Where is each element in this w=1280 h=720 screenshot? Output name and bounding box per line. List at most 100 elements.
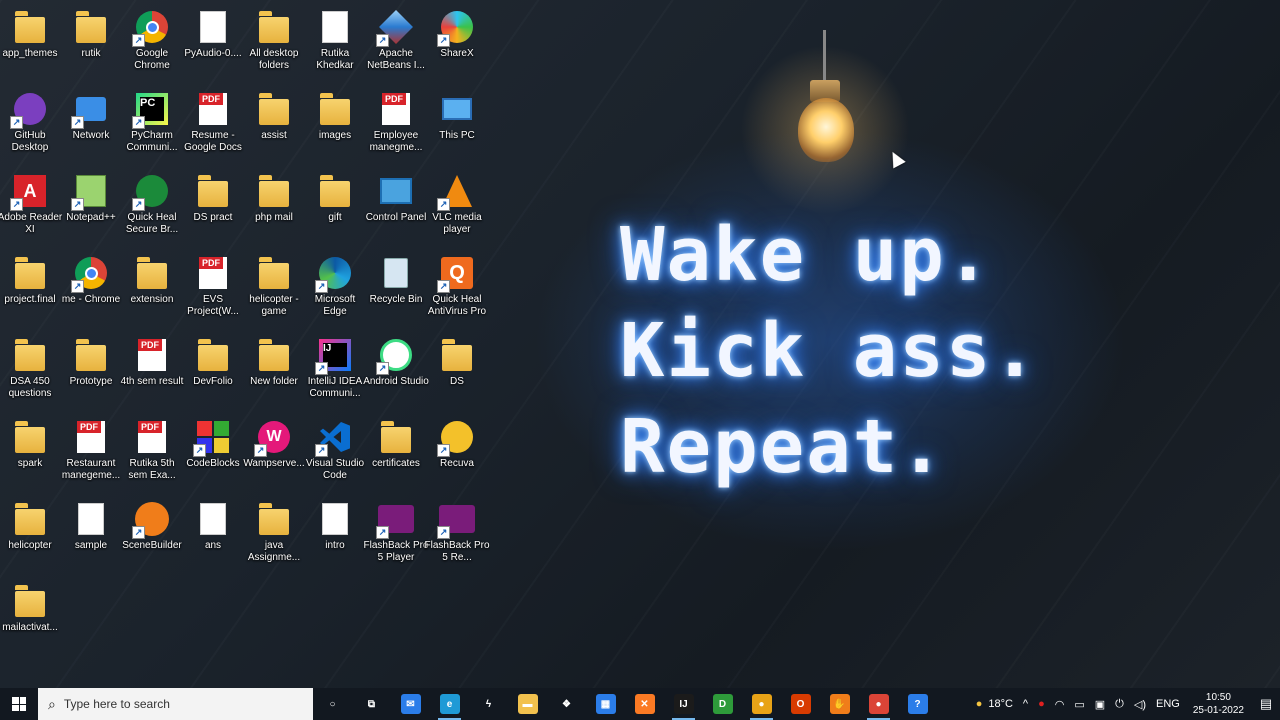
cortana-icon: ○: [329, 698, 336, 710]
desktop-icon-label: FlashBack Pro 5 Player: [363, 540, 429, 563]
pdf-icon: PDF: [195, 255, 231, 291]
windows-logo-icon: [12, 697, 26, 711]
desktop-icon[interactable]: CodeBlocks: [183, 412, 243, 492]
desktop-icon[interactable]: ShareX: [427, 2, 487, 82]
desktop-icon[interactable]: me - Chrome: [61, 248, 121, 328]
desktop-icon[interactable]: Visual Studio Code: [305, 412, 365, 492]
desktop-icon[interactable]: FlashBack Pro 5 Player: [363, 494, 429, 574]
desktop-icon[interactable]: PDF EVS Project(W...: [183, 248, 243, 328]
desktop-icon[interactable]: PDF Rutika 5th sem Exa...: [122, 412, 182, 492]
taskbar-app-task-view[interactable]: ⧉: [352, 688, 391, 720]
desktop-icon[interactable]: certificates: [366, 412, 426, 492]
taskbar-app-chrome-alt[interactable]: ●: [859, 688, 898, 720]
desktop-icon-label: ans: [204, 540, 222, 551]
quickheal-browser-icon: [132, 173, 170, 211]
desktop-icon-label: PyAudio-0....: [184, 48, 242, 59]
desktop-icon[interactable]: GitHub Desktop: [0, 84, 60, 164]
desktop-icon[interactable]: PCPyCharm Communi...: [122, 84, 182, 164]
desktop-icon[interactable]: Network: [61, 84, 121, 164]
chrome-icon: [71, 255, 109, 293]
taskbar-app-mail[interactable]: ✉: [391, 688, 430, 720]
desktop-icon[interactable]: New folder: [244, 330, 304, 410]
desktop-icon[interactable]: All desktop folders: [244, 2, 304, 82]
record-icon[interactable]: ●: [1033, 698, 1050, 710]
desktop-icon[interactable]: PDF Employee manegme...: [366, 84, 426, 164]
desktop-icon[interactable]: This PC: [427, 84, 487, 164]
desktop-icon[interactable]: helicopter: [0, 494, 60, 574]
taskbar-app-xampp[interactable]: ✕: [625, 688, 664, 720]
desktop-icon[interactable]: PDF Resume - Google Docs: [183, 84, 243, 164]
volume-icon[interactable]: ◁): [1129, 698, 1151, 711]
power-icon[interactable]: ⏻: [1110, 698, 1129, 711]
language-indicator[interactable]: ENG: [1151, 698, 1185, 710]
desktop-icon[interactable]: images: [305, 84, 365, 164]
taskbar-app-edge[interactable]: e: [430, 688, 469, 720]
taskbar-app-camtasia[interactable]: D: [703, 688, 742, 720]
desktop-icon[interactable]: Apache NetBeans I...: [366, 2, 426, 82]
desktop-icon[interactable]: VLC media player: [427, 166, 487, 246]
desktop-icon[interactable]: Recycle Bin: [366, 248, 426, 328]
battery-icon[interactable]: ▭: [1069, 698, 1089, 711]
desktop-icon[interactable]: FlashBack Pro 5 Re...: [424, 494, 490, 574]
desktop-icon[interactable]: ans: [183, 494, 243, 574]
desktop-icon[interactable]: intro: [305, 494, 365, 574]
taskbar-search-box[interactable]: ⌕: [38, 688, 313, 720]
flashback-icon: [376, 501, 414, 539]
desktop-icon[interactable]: DS: [427, 330, 487, 410]
taskbar-app-store[interactable]: ▦: [586, 688, 625, 720]
taskbar-app-office[interactable]: O: [781, 688, 820, 720]
desktop-icon[interactable]: PDF 4th sem result: [121, 330, 183, 410]
desktop-icon[interactable]: app_themes: [0, 2, 60, 82]
taskbar-app-chrome[interactable]: ●: [742, 688, 781, 720]
search-input[interactable]: [63, 697, 284, 711]
desktop-icon[interactable]: Notepad++: [61, 166, 121, 246]
taskbar-clock[interactable]: 10:50 25-01-2022: [1185, 691, 1252, 717]
desktop-icon-label: Resume - Google Docs: [184, 130, 242, 153]
taskbar-app-scenebuilder[interactable]: ✋: [820, 688, 859, 720]
network-icon[interactable]: ▣: [1090, 698, 1110, 711]
desktop-icon[interactable]: DevFolio: [183, 330, 243, 410]
desktop-icon[interactable]: Quick Heal Secure Br...: [122, 166, 182, 246]
desktop-icon[interactable]: WWampserve...: [243, 412, 305, 492]
desktop-icon[interactable]: php mail: [244, 166, 304, 246]
taskbar-app-cortana[interactable]: ○: [313, 688, 352, 720]
desktop-icon[interactable]: Recuva: [427, 412, 487, 492]
light-bulb: [798, 98, 854, 162]
taskbar-app-dropbox[interactable]: ❖: [547, 688, 586, 720]
desktop-icon[interactable]: DSA 450 questions: [0, 330, 60, 410]
taskbar-app-file-explorer[interactable]: ▬: [508, 688, 547, 720]
desktop-icon[interactable]: PDF Restaurant manegeme...: [61, 412, 121, 492]
desktop-icon[interactable]: java Assignme...: [244, 494, 304, 574]
desktop-icon[interactable]: assist: [244, 84, 304, 164]
desktop-icon[interactable]: sample: [61, 494, 121, 574]
desktop-icon[interactable]: QQuick Heal AntiVirus Pro: [427, 248, 487, 328]
desktop-icon[interactable]: IJIntelliJ IDEA Communi...: [305, 330, 365, 410]
taskbar-app-power-automate[interactable]: ϟ: [469, 688, 508, 720]
desktop-icon[interactable]: project.final: [0, 248, 60, 328]
desktop-icon[interactable]: Prototype: [61, 330, 121, 410]
taskbar-app-intellij[interactable]: IJ: [664, 688, 703, 720]
show-hidden-icons-button[interactable]: ^: [1018, 698, 1033, 710]
start-button[interactable]: [0, 688, 38, 720]
desktop-icon[interactable]: PyAudio-0....: [183, 2, 243, 82]
desktop-icon[interactable]: gift: [305, 166, 365, 246]
desktop-icon[interactable]: Google Chrome: [122, 2, 182, 82]
desktop-icon-label: Google Chrome: [134, 48, 170, 71]
desktop-icon[interactable]: Control Panel: [366, 166, 426, 246]
desktop-icon[interactable]: Microsoft Edge: [305, 248, 365, 328]
desktop-icon[interactable]: mailactivat...: [0, 576, 60, 656]
desktop-icon[interactable]: Android Studio: [363, 330, 429, 410]
desktop-icon[interactable]: DS pract: [183, 166, 243, 246]
weather-widget[interactable]: ● 18°C: [971, 698, 1018, 710]
desktop-icon[interactable]: AAdobe Reader XI: [0, 166, 62, 246]
desktop-icon[interactable]: extension: [122, 248, 182, 328]
desktop-icon[interactable]: helicopter -game: [244, 248, 304, 328]
wifi-icon[interactable]: ◠: [1050, 698, 1070, 711]
desktop-icon[interactable]: Rutika Khedkar: [305, 2, 365, 82]
notification-center-icon[interactable]: ▤: [1252, 696, 1280, 712]
desktop-icon-label: me - Chrome: [61, 294, 121, 305]
desktop-icon[interactable]: rutik: [61, 2, 121, 82]
desktop-icon[interactable]: SceneBuilder: [122, 494, 182, 574]
taskbar-app-help[interactable]: ?: [898, 688, 937, 720]
desktop-icon[interactable]: spark: [0, 412, 60, 492]
